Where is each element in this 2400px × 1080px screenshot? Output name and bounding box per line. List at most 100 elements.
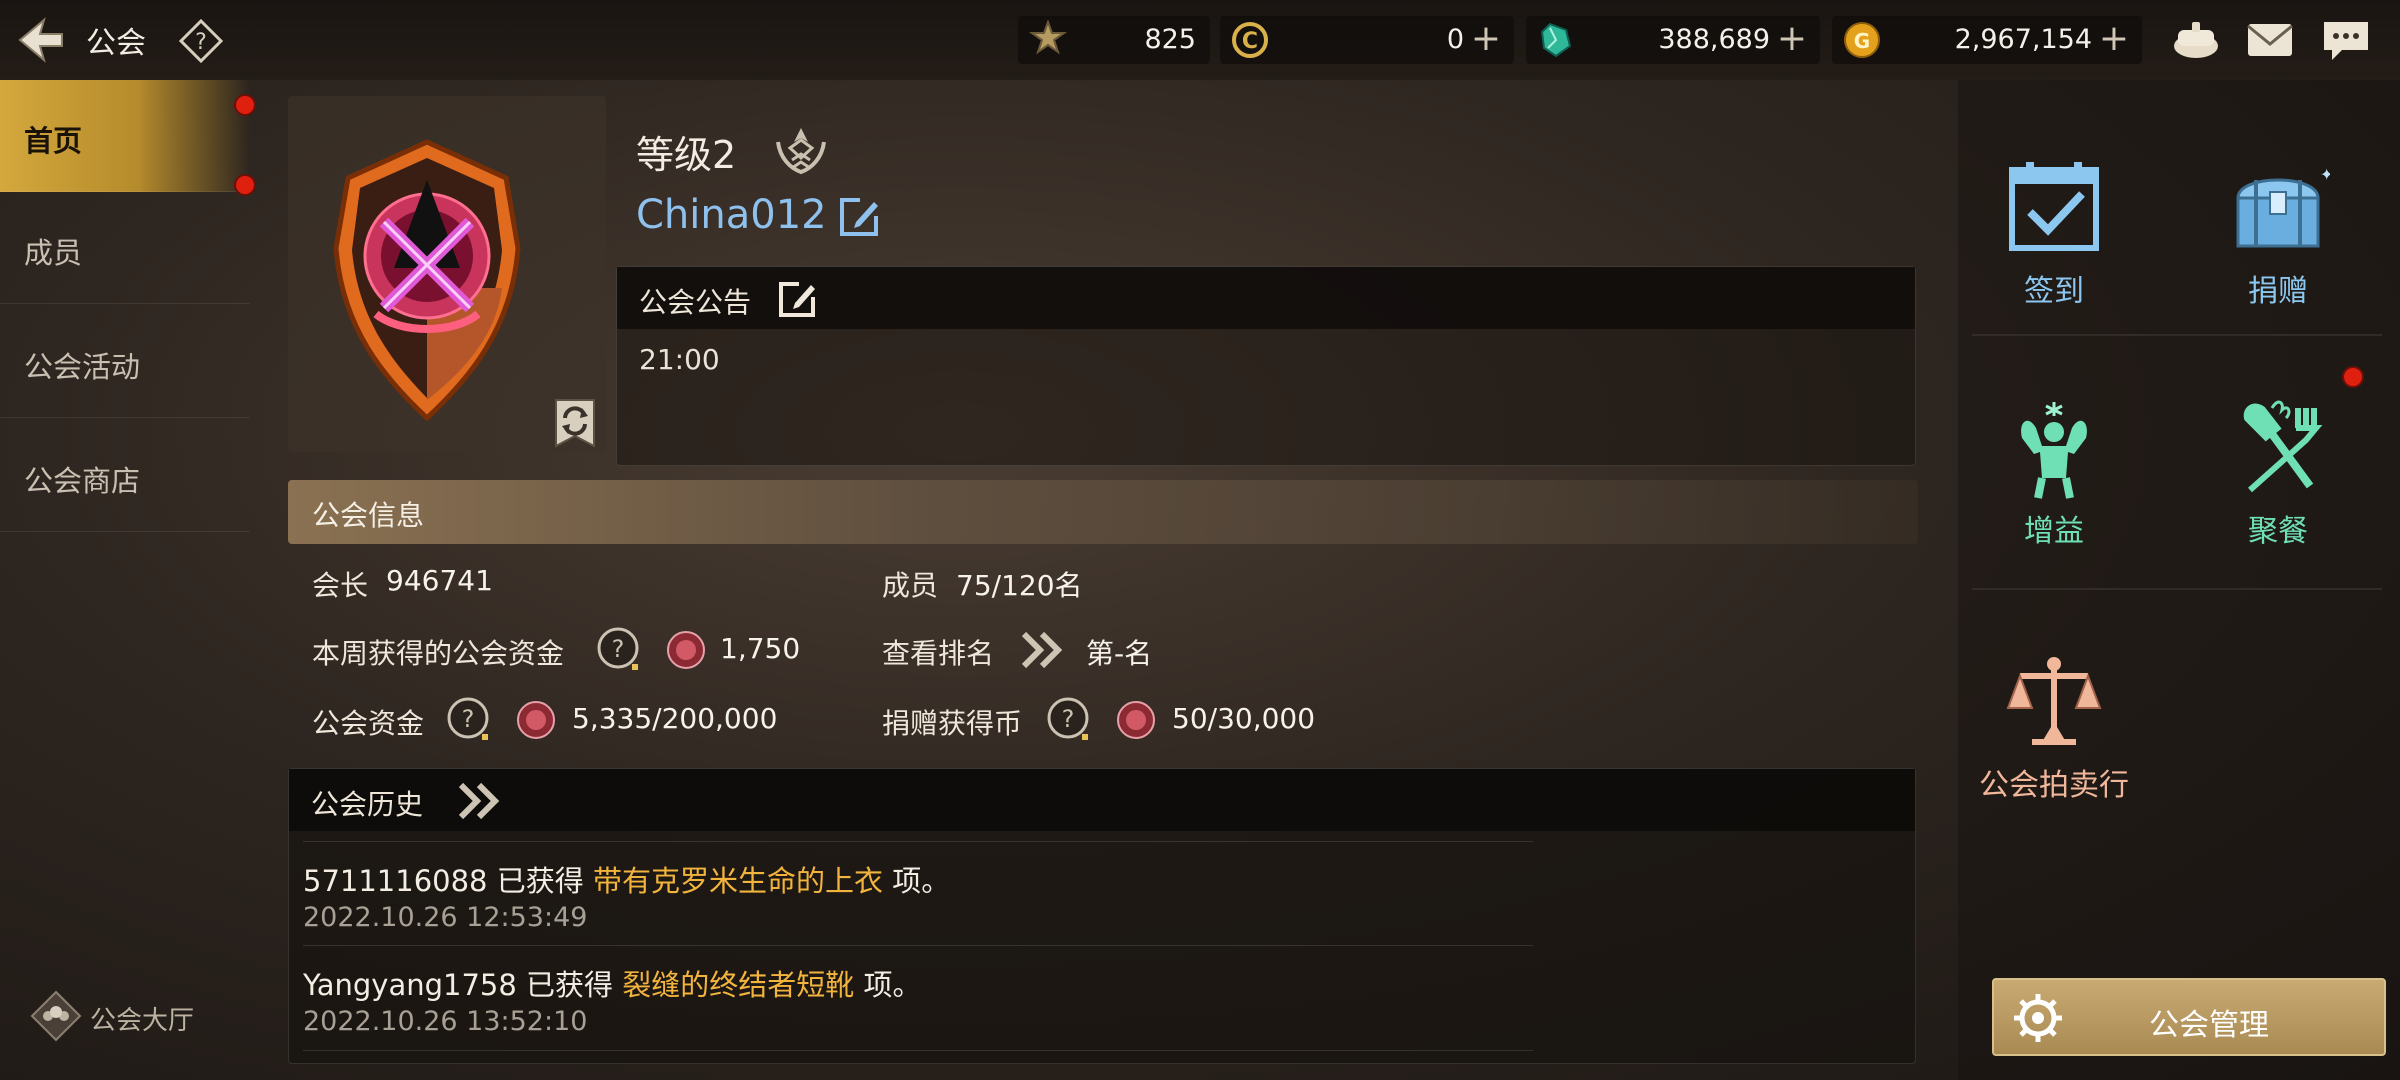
guild-manage-label: 公会管理 bbox=[2149, 1008, 2269, 1043]
resource-crystal: 388,689 + bbox=[1526, 16, 1820, 64]
back-arrow-icon[interactable] bbox=[14, 14, 68, 66]
sidebar-item-label: 成员 bbox=[24, 236, 83, 270]
home-notification-dot bbox=[234, 94, 256, 116]
sidebar-item-label: 首页 bbox=[24, 124, 83, 158]
guild-emblem bbox=[333, 139, 521, 422]
muscle-man-icon bbox=[2021, 402, 2087, 499]
members-value: 75/120名 bbox=[956, 569, 1083, 602]
add-c-coin-button[interactable]: + bbox=[1468, 21, 1504, 58]
add-crystal-button[interactable]: + bbox=[1774, 21, 1810, 58]
history-entry-text: Yangyang1758 已获得 裂缝的终结者短靴 项。 bbox=[303, 962, 922, 1004]
donate-button[interactable]: ✦ 捐赠 bbox=[2188, 158, 2368, 368]
history-verb: 已获得 bbox=[496, 864, 584, 898]
history-suffix: 项。 bbox=[863, 968, 922, 1002]
guild-name: China012 bbox=[636, 192, 827, 238]
svg-text:?: ? bbox=[462, 705, 475, 733]
guild-info-title: 公会信息 bbox=[312, 499, 425, 532]
notice-content: 21:00 bbox=[639, 343, 720, 376]
history-header[interactable]: 公会历史 bbox=[289, 769, 1915, 831]
page-title: 公会 bbox=[86, 26, 146, 61]
double-chevron-right-icon[interactable] bbox=[1018, 630, 1066, 670]
calendar-check-icon bbox=[2009, 162, 2099, 251]
sidebar: 首页 成员 公会活动 公会商店 bbox=[0, 80, 256, 1080]
history-user: 5711116088 bbox=[303, 864, 488, 898]
guild-hall-button[interactable]: 公会大厅 bbox=[30, 990, 250, 1042]
weekly-funds-help-icon[interactable]: ? bbox=[596, 626, 644, 674]
buff-button[interactable]: 增益 bbox=[1964, 398, 2144, 608]
rank-medal-icon bbox=[1028, 20, 1068, 55]
c-coin-icon: C bbox=[1232, 22, 1268, 58]
svg-text:?: ? bbox=[195, 30, 207, 55]
svg-text:C: C bbox=[1242, 29, 1258, 54]
auction-house-button[interactable]: 公会拍卖行 bbox=[1964, 652, 2144, 862]
donation-coin-help-icon[interactable]: ? bbox=[1046, 696, 1094, 744]
donation-coin-label: 捐赠获得币 bbox=[882, 707, 1023, 740]
donate-label: 捐赠 bbox=[2248, 274, 2308, 309]
resource-medal: 825 bbox=[1018, 16, 1210, 64]
ranking-value: 第-名 bbox=[1086, 637, 1153, 670]
auction-house-label: 公会拍卖行 bbox=[1979, 768, 2129, 803]
guild-coin-icon bbox=[1117, 701, 1155, 739]
sidebar-item-members[interactable]: 成员 bbox=[0, 192, 250, 304]
guild-hall-label: 公会大厅 bbox=[90, 1006, 195, 1036]
history-item: 裂缝的终结者短靴 bbox=[622, 968, 855, 1002]
green-crystal-icon bbox=[1540, 22, 1572, 58]
feast-notification-dot bbox=[2342, 366, 2364, 388]
mail-icon[interactable] bbox=[2244, 16, 2296, 64]
leader-label: 会长 bbox=[312, 569, 369, 602]
history-verb: 已获得 bbox=[526, 968, 614, 1002]
donation-coin-value: 50/30,000 bbox=[1172, 702, 1316, 735]
feast-button[interactable]: 聚餐 bbox=[2188, 398, 2368, 608]
resource-crystal-value: 388,689 bbox=[1658, 24, 1770, 55]
edit-notice-icon[interactable] bbox=[777, 279, 819, 319]
history-item: 带有克罗米生命的上衣 bbox=[592, 864, 883, 898]
history-entry: 5711116088 已获得 带有克罗米生命的上衣 项。 2022.10.26 … bbox=[303, 841, 1533, 945]
top-bar: 公会 ? 825 C 0 + 388,689 + G 2,967,154 + bbox=[0, 0, 2400, 80]
svg-text:G: G bbox=[1854, 29, 1870, 53]
divider bbox=[1972, 588, 2382, 590]
resource-gold-value: 2,967,154 bbox=[1954, 24, 2092, 55]
change-emblem-icon[interactable] bbox=[552, 398, 598, 448]
chat-icon[interactable] bbox=[2320, 16, 2372, 64]
sidebar-item-activities[interactable]: 公会活动 bbox=[0, 306, 250, 418]
funds-value: 5,335/200,000 bbox=[572, 702, 778, 735]
sidebar-item-home[interactable]: 首页 bbox=[0, 80, 250, 192]
fork-knife-icon bbox=[2243, 400, 2323, 493]
svg-text:?: ? bbox=[612, 635, 625, 663]
divider bbox=[1972, 334, 2382, 336]
ranking-label[interactable]: 查看排名 bbox=[882, 632, 994, 672]
notice-header: 公会公告 bbox=[617, 267, 1915, 329]
double-chevron-right-icon[interactable] bbox=[455, 781, 503, 821]
history-title: 公会历史 bbox=[311, 788, 424, 821]
guild-notice-panel: 公会公告 21:00 bbox=[616, 266, 1916, 466]
sidebar-item-label: 公会活动 bbox=[24, 350, 141, 384]
resource-gold: G 2,967,154 + bbox=[1832, 16, 2142, 64]
guild-level: 等级2 bbox=[636, 133, 737, 177]
level-rank-icon bbox=[776, 128, 826, 175]
guild-coin-icon bbox=[667, 631, 705, 669]
history-suffix: 项。 bbox=[892, 864, 951, 898]
weekly-funds-label: 本周获得的公会资金 bbox=[312, 637, 565, 670]
guild-info-header: 公会信息 bbox=[288, 480, 1918, 544]
guild-history-panel: 公会历史 5711116088 已获得 带有克罗米生命的上衣 项。 2022.1… bbox=[288, 768, 1916, 1064]
feast-label: 聚餐 bbox=[2248, 514, 2308, 549]
leader-value: 946741 bbox=[386, 564, 493, 597]
sign-in-button[interactable]: 签到 bbox=[1964, 158, 2144, 368]
gold-coin-icon: G bbox=[1844, 22, 1880, 58]
sign-in-label: 签到 bbox=[2024, 274, 2084, 309]
guild-hall-icon bbox=[30, 990, 82, 1042]
edit-name-icon[interactable] bbox=[836, 194, 882, 240]
chest-icon[interactable] bbox=[2170, 16, 2222, 64]
help-icon[interactable]: ? bbox=[178, 18, 224, 64]
add-gold-button[interactable]: + bbox=[2096, 21, 2132, 58]
svg-text:?: ? bbox=[1062, 705, 1075, 733]
history-time: 2022.10.26 12:53:49 bbox=[303, 902, 588, 933]
funds-label: 公会资金 bbox=[312, 707, 425, 740]
sidebar-item-shop[interactable]: 公会商店 bbox=[0, 420, 250, 532]
funds-help-icon[interactable]: ? bbox=[446, 696, 494, 744]
guild-emblem-frame bbox=[288, 96, 606, 452]
guild-manage-button[interactable]: 公会管理 bbox=[1992, 978, 2386, 1056]
treasure-chest-icon: ✦ bbox=[2236, 165, 2330, 248]
history-time: 2022.10.26 13:52:10 bbox=[303, 1006, 588, 1037]
notice-title: 公会公告 bbox=[639, 286, 752, 319]
